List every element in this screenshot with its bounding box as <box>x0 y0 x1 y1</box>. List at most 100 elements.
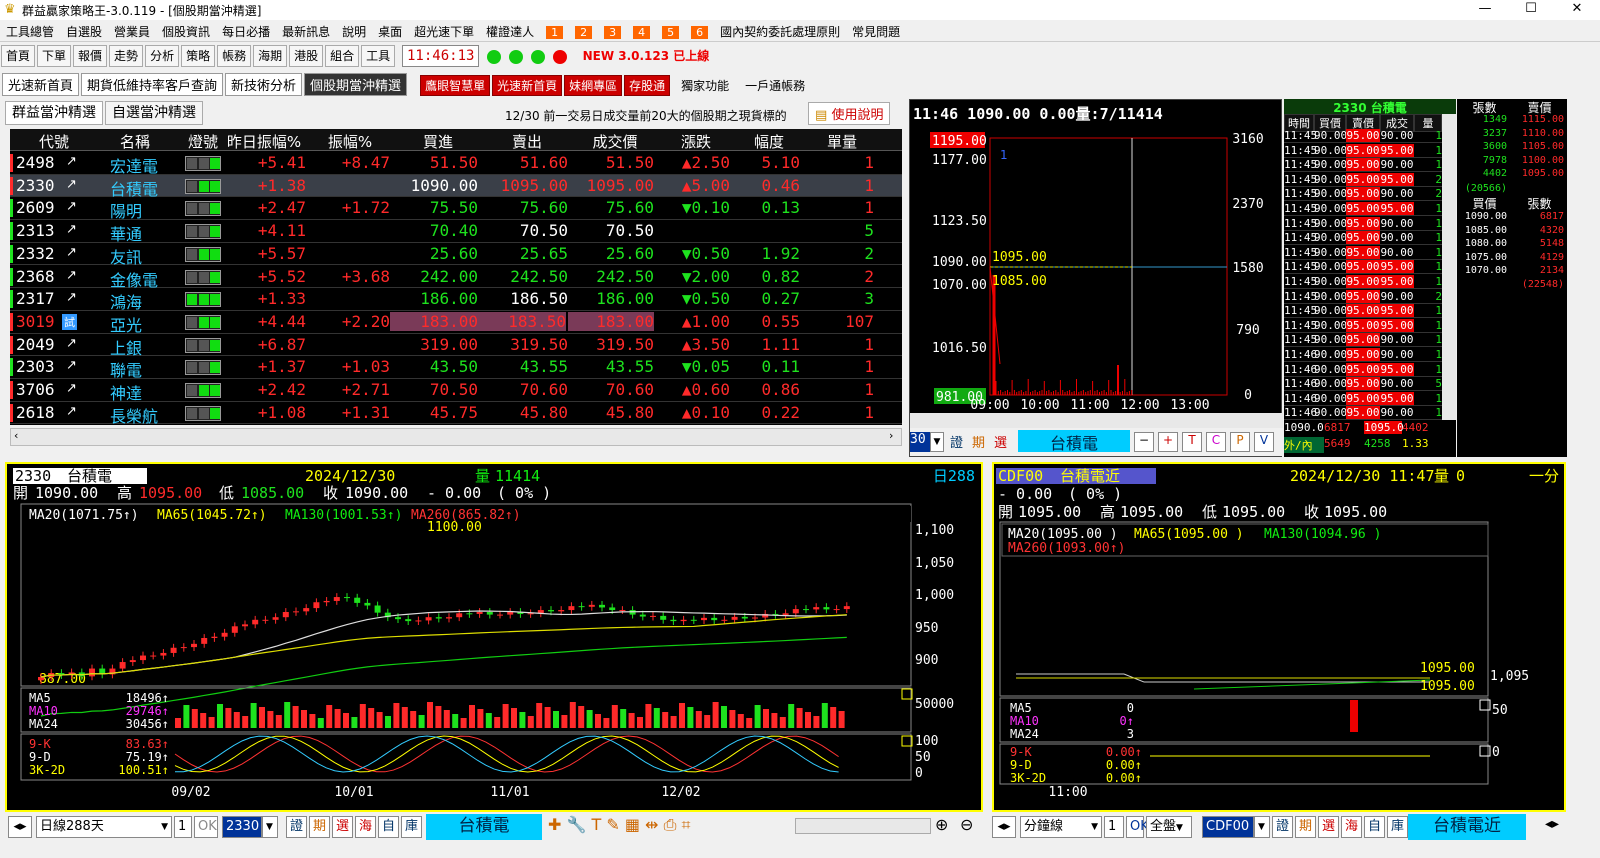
stock-code[interactable]: 2330 <box>16 176 55 195</box>
promo-button[interactable]: 鷹眼智慧單 <box>420 75 491 96</box>
scroll-right-icon[interactable]: › <box>889 429 893 442</box>
toolbar-button[interactable]: 工具 <box>361 45 396 67</box>
nav-arrows-button[interactable]: ◂▸ <box>8 816 32 838</box>
wrench-icon[interactable]: 🔧 <box>567 815 587 834</box>
minute-canvas[interactable]: CDF00 台積電近 2024/12/30 11:47 量 0 一分- 0.00( 0% … <box>994 464 1564 810</box>
ask-price[interactable]: 1110.00 <box>1512 128 1564 139</box>
market-button[interactable]: 庫 <box>401 816 422 838</box>
nav-arrows-button[interactable]: ◂▸ <box>992 816 1016 838</box>
zoom-out-icon[interactable]: ⊖ <box>960 815 973 834</box>
session-select[interactable]: 全盤▼ <box>1146 816 1192 838</box>
promo-button[interactable]: 光速新首頁 <box>492 75 563 96</box>
grid-icon[interactable]: ▦ <box>625 815 640 834</box>
feature-button[interactable]: 一戶通帳務 <box>741 76 809 95</box>
toolbar-button[interactable]: 港股 <box>289 45 324 67</box>
stock-code[interactable]: 2049 <box>16 335 55 354</box>
chart-link-icon[interactable]: ↗ <box>66 336 77 351</box>
zoom-in-icon[interactable]: ⊕ <box>935 815 948 834</box>
tick-code-box[interactable]: 30 <box>910 432 930 452</box>
table-row[interactable]: 2368 ↗ 金像電 +5.52 +3.68 242.00 242.50 242.50 ▼2.0… <box>10 266 902 291</box>
toolbar-button[interactable]: 下單 <box>37 45 72 67</box>
menu-item[interactable]: 工具總管 <box>0 20 60 43</box>
quick-tab[interactable]: 光速新首頁 <box>2 73 80 96</box>
menu-item[interactable]: 最新訊息 <box>276 20 336 43</box>
toolbar-button[interactable]: 帳務 <box>217 45 252 67</box>
stock-name[interactable]: 華通 <box>110 221 142 245</box>
vertical-scrollbar[interactable] <box>1442 114 1456 420</box>
market-button[interactable]: 證 <box>1272 816 1293 838</box>
crop-icon[interactable]: ⌗ <box>682 815 691 834</box>
tick-btn-stock[interactable]: 證 <box>950 432 963 451</box>
market-button[interactable]: 選 <box>332 816 353 838</box>
chart-link-icon[interactable]: ↗ <box>66 268 77 283</box>
toolbar-button[interactable]: 策略 <box>181 45 216 67</box>
stock-name[interactable]: 亞光 <box>110 312 142 336</box>
menu-item[interactable]: 個股資訊 <box>156 20 216 43</box>
quantity-input-sub[interactable]: 1 <box>1104 816 1124 838</box>
tab-capital-picks[interactable]: 群益當沖精選 <box>5 101 103 125</box>
toolbar-button[interactable]: 報價 <box>73 45 108 67</box>
bid-price[interactable]: 1090.00 <box>1457 211 1507 222</box>
stock-code[interactable]: 2618 <box>16 403 55 422</box>
stock-code[interactable]: 2498 <box>16 153 55 172</box>
close-button[interactable]: ✕ <box>1554 0 1600 20</box>
table-row[interactable]: 3019 試亞光 +4.44 +2.20 183.00 183.50 183.00 ▲1.00… <box>10 311 902 336</box>
stock-name[interactable]: 長榮航 <box>110 403 158 427</box>
drawing-tools[interactable]: ✚ 🔧 T ✎ ▦ ⇹ ⎙ ⌗ <box>548 815 691 835</box>
promo-button[interactable]: 存股通 <box>624 75 671 96</box>
ask-price[interactable]: 1100.00 <box>1512 155 1564 166</box>
chevron-down-icon[interactable]: ▼ <box>262 816 278 838</box>
chart-link-icon[interactable]: ↗ <box>66 245 77 260</box>
stock-code[interactable]: 2317 <box>16 289 55 308</box>
text-icon[interactable]: T <box>592 815 602 834</box>
ask-price[interactable]: 1105.00 <box>1512 141 1564 152</box>
table-row[interactable]: 2049 ↗ 上銀 +6.87 319.00 319.50 319.50 ▲3.50 1.11 1 <box>10 334 902 358</box>
kline-canvas[interactable]: 2330 台積電 2024/12/30 量 11414 日288 開 1090.00 高 1095… <box>7 464 981 810</box>
menu-item[interactable]: 自選股 <box>60 20 108 43</box>
bid-price[interactable]: 1075.00 <box>1457 252 1507 263</box>
ok-button[interactable]: OK <box>194 816 218 838</box>
chart-link-icon[interactable]: ↗ <box>66 290 77 305</box>
chart-link-icon[interactable]: ↗ <box>66 177 77 192</box>
menu-item[interactable]: 4 <box>633 26 651 39</box>
volume-tool-button[interactable]: V <box>1254 432 1274 452</box>
quick-tab[interactable]: 期貨低維持率客戶查詢 <box>81 73 224 96</box>
market-button[interactable]: 自 <box>378 816 399 838</box>
promo-button[interactable]: 妹網專區 <box>564 75 623 96</box>
text-tool-button[interactable]: T <box>1182 432 1202 452</box>
stock-name[interactable]: 陽明 <box>110 198 142 222</box>
zoom-out-button[interactable]: − <box>1134 432 1154 452</box>
menu-item[interactable]: 常見問題 <box>846 20 906 43</box>
menu-item[interactable]: 2 <box>575 26 593 39</box>
grid-header-cell[interactable]: 買進 <box>394 131 482 152</box>
table-row[interactable]: 2609 ↗ 陽明 +2.47 +1.72 75.50 75.60 75.60 ▼0.10 0.1… <box>10 197 902 222</box>
table-row[interactable]: 2313 ↗ 華通 +4.11 70.40 70.50 70.50 5 <box>10 220 902 245</box>
market-button[interactable]: 期 <box>1295 816 1316 838</box>
printer-icon[interactable]: ⎙ <box>664 815 677 834</box>
chart-link-icon[interactable]: ↗ <box>66 222 77 237</box>
menu-item[interactable]: 6 <box>691 26 709 39</box>
tick-chart-canvas[interactable]: 1177.00 1123.50 1090.00 1070.00 1016.50 3160 2… <box>910 124 1283 430</box>
market-button[interactable]: 海 <box>1341 816 1362 838</box>
grid-header-cell[interactable]: 燈號 <box>185 131 221 152</box>
zoom-in-button[interactable]: + <box>1158 432 1178 452</box>
ask-price[interactable]: 1095.00 <box>1512 168 1564 179</box>
stock-name[interactable]: 宏達電 <box>110 153 158 177</box>
maximize-button[interactable]: ☐ <box>1508 0 1554 20</box>
color-tool-button[interactable]: C <box>1206 432 1226 452</box>
grid-header-cell[interactable]: 賣出 <box>482 131 572 152</box>
chart-scrollbar[interactable] <box>795 818 931 834</box>
stock-code[interactable]: 3706 <box>16 380 55 399</box>
stock-code[interactable]: 2609 <box>16 198 55 217</box>
print-tool-button[interactable]: P <box>1230 432 1250 452</box>
stock-name[interactable]: 金像電 <box>110 267 158 291</box>
table-row[interactable]: 2303 ↗ 聯電 +1.37 +1.03 43.50 43.55 43.55 ▼0.05 0.1… <box>10 356 902 381</box>
menu-item[interactable]: 1 <box>546 26 564 39</box>
menu-item[interactable]: 說明 <box>336 20 372 43</box>
menu-item[interactable]: 5 <box>662 26 680 39</box>
toolbar-button[interactable]: 海期 <box>253 45 288 67</box>
stock-name[interactable]: 聯電 <box>110 357 142 381</box>
scroll-left-icon[interactable]: ‹ <box>14 429 18 442</box>
chart-link-icon[interactable]: ↗ <box>66 199 77 214</box>
table-row[interactable]: 2618 ↗ 長榮航 +1.08 +1.31 45.75 45.80 45.80 ▲0.10 0.… <box>10 402 902 427</box>
